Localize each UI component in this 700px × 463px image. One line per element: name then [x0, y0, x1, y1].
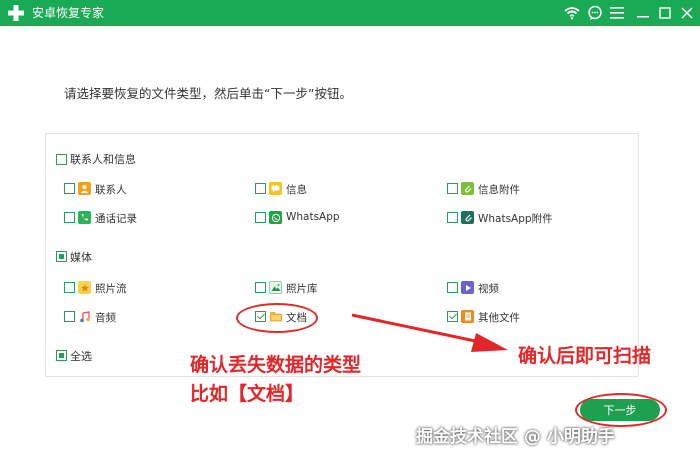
- annotation-left-line2: 比如【文档】: [190, 383, 305, 405]
- annotation-right: 确认后即可扫描: [518, 345, 652, 367]
- watermark-text: 掘金技术社区 @ 小明助手: [416, 427, 615, 447]
- annotation-arrow: [351, 313, 508, 352]
- annotation-left-line1: 确认丢失数据的类型: [190, 354, 362, 376]
